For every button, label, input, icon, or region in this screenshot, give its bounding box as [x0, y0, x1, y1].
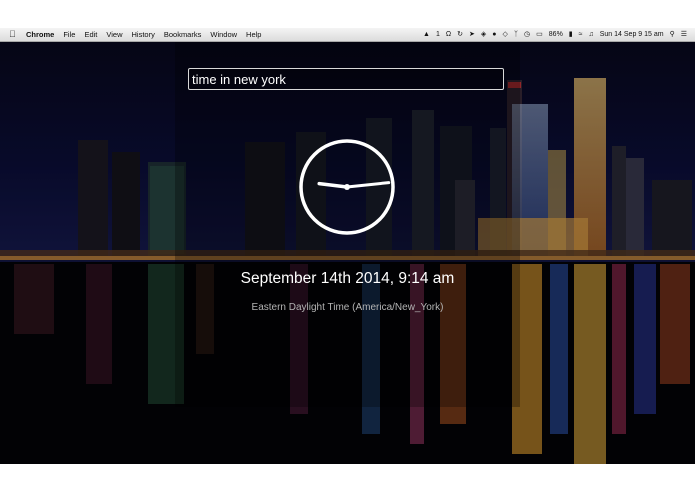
spotlight-icon[interactable]: ⚲ — [670, 28, 675, 41]
notification-center-icon[interactable]: ☰ — [681, 28, 687, 41]
bluetooth-icon[interactable]: ᛉ — [514, 28, 518, 41]
status-area: ▲ 1 Ω ↻ ➤ ◈ ● ◇ ᛉ ◷ ▭ 86% ▮ ≈ ♫ Sun 14 S… — [423, 28, 687, 41]
menu-view[interactable]: View — [106, 28, 122, 41]
clock-minute-hand — [345, 181, 391, 189]
menu-bar:  Chrome File Edit View History Bookmark… — [0, 28, 695, 42]
adobe-icon[interactable]: ▲ — [423, 28, 430, 41]
menu-window[interactable]: Window — [210, 28, 237, 41]
status-badge-count: 1 — [435, 31, 440, 38]
search-input[interactable] — [188, 68, 504, 90]
clock-hour-hand — [317, 181, 349, 189]
wifi-icon[interactable]: ≈ — [579, 28, 583, 41]
airplay-icon[interactable]: ▭ — [536, 28, 543, 41]
menu-items: Chrome File Edit View History Bookmarks … — [26, 28, 261, 41]
menubar-clock[interactable]: Sun 14 Sep 9 15 am — [600, 28, 664, 41]
volume-icon[interactable]: ♫ — [589, 28, 594, 41]
sync-icon[interactable]: ↻ — [457, 28, 463, 41]
menu-file[interactable]: File — [63, 28, 75, 41]
result-datetime: September 14th 2014, 9:14 am — [240, 270, 455, 287]
result-timezone: Eastern Daylight Time (America/New_York) — [251, 302, 444, 313]
wallpaper-scene: September 14th 2014, 9:14 am Eastern Day… — [0, 42, 695, 464]
apple-menu-icon[interactable]:  — [9, 28, 16, 41]
battery-icon[interactable]: ▮ — [569, 28, 573, 41]
omega-icon[interactable]: Ω — [446, 28, 451, 41]
menu-bookmarks[interactable]: Bookmarks — [164, 28, 202, 41]
menu-edit[interactable]: Edit — [84, 28, 97, 41]
battery-percent: 86% — [548, 31, 563, 38]
bird-icon[interactable]: ➤ — [469, 28, 475, 41]
menu-history[interactable]: History — [132, 28, 155, 41]
clock-center-pin — [344, 184, 350, 190]
dropbox-icon[interactable]: ◇ — [502, 28, 507, 41]
menu-app-name[interactable]: Chrome — [26, 28, 54, 41]
time-machine-icon[interactable]: ◷ — [524, 28, 530, 41]
shield-icon[interactable]: ◈ — [481, 28, 486, 41]
evernote-icon[interactable]: ● — [492, 28, 496, 41]
analog-clock — [299, 139, 395, 235]
menu-help[interactable]: Help — [246, 28, 261, 41]
